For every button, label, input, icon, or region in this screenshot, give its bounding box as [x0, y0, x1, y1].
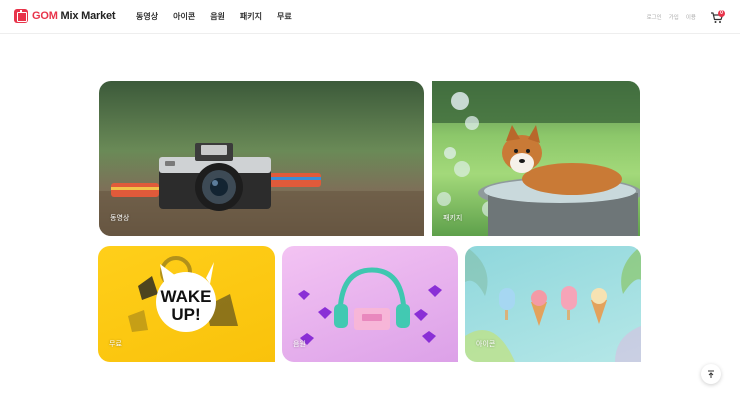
- cart-count-badge: 0: [718, 10, 725, 17]
- main-nav: 동영상 아이콘 음원 패키지 무료: [136, 11, 292, 22]
- nav-item-icon[interactable]: 아이콘: [173, 11, 195, 22]
- tile-package-label: 패키지: [443, 214, 463, 222]
- gom-logo-icon: [14, 9, 28, 23]
- tile-audio[interactable]: 음원: [282, 246, 458, 362]
- tile-audio-label: 음원: [293, 340, 306, 348]
- util-usage-link[interactable]: 이용: [686, 13, 696, 21]
- tile-icon[interactable]: 아이콘: [465, 246, 641, 362]
- tile-video-label: 동영상: [110, 214, 130, 222]
- logo-text: GOM Mix Market: [32, 10, 116, 22]
- tile-video[interactable]: 동영상: [99, 81, 424, 236]
- headphones-image: [298, 267, 442, 345]
- nav-item-video[interactable]: 동영상: [136, 11, 158, 22]
- tile-free-label: 무료: [109, 340, 122, 348]
- logo[interactable]: GOM Mix Market: [14, 9, 116, 23]
- camera-image: [99, 143, 424, 236]
- tile-icon-label: 아이콘: [476, 340, 496, 348]
- brand-suffix: Mix Market: [60, 10, 116, 22]
- scroll-top-button[interactable]: [701, 364, 721, 384]
- tile-package[interactable]: 패키지: [432, 81, 640, 236]
- site-header: GOM Mix Market 동영상 아이콘 음원 패키지 무료 로그인 가입 …: [0, 0, 740, 34]
- wake-up-sticker-image: WAKE UP!: [128, 256, 238, 332]
- brand-prefix: GOM: [32, 10, 58, 22]
- util-join-link[interactable]: 가입: [669, 13, 679, 21]
- nav-item-free[interactable]: 무료: [277, 11, 292, 22]
- nav-item-package[interactable]: 패키지: [240, 11, 262, 22]
- tile-free[interactable]: WAKE UP! 무료: [98, 246, 275, 362]
- wake-up-sticker-text: WAKE: [161, 287, 212, 306]
- nav-item-audio[interactable]: 음원: [210, 11, 225, 22]
- utility-links: 로그인 가입 이용: [647, 13, 696, 21]
- util-login-link[interactable]: 로그인: [647, 13, 662, 21]
- corgi-image: [432, 81, 640, 236]
- cart-button[interactable]: 0: [710, 10, 726, 25]
- arrow-up-icon: [708, 370, 714, 378]
- svg-text:UP!: UP!: [171, 305, 200, 324]
